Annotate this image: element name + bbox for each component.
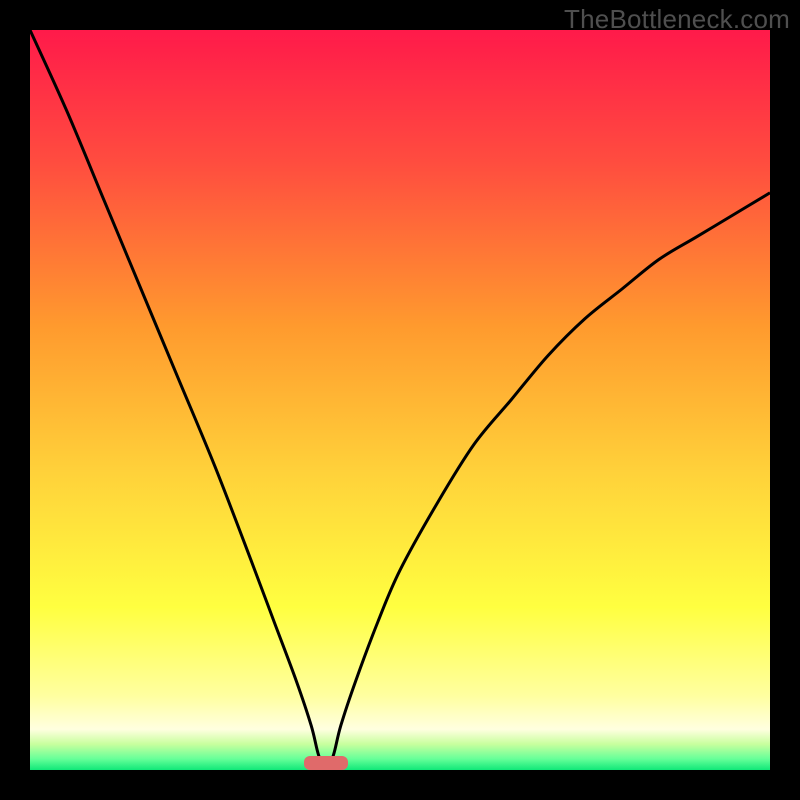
plot-area [30,30,770,770]
chart-frame: TheBottleneck.com [0,0,800,800]
gradient-background [30,30,770,770]
bottleneck-chart [30,30,770,770]
minimum-marker [304,756,348,770]
